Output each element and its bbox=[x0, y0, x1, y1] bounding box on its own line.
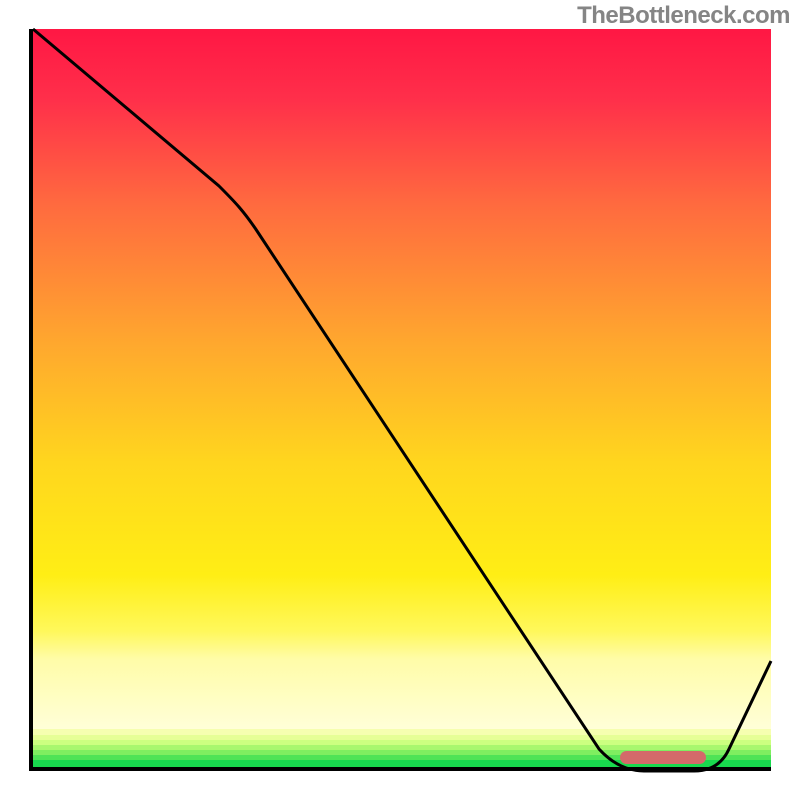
attribution-watermark: TheBottleneck.com bbox=[577, 2, 790, 30]
optimal-range-marker bbox=[620, 751, 706, 764]
chart-container: TheBottleneck.com bbox=[0, 0, 800, 800]
bottleneck-curve bbox=[29, 29, 771, 771]
plot-area bbox=[29, 29, 771, 771]
